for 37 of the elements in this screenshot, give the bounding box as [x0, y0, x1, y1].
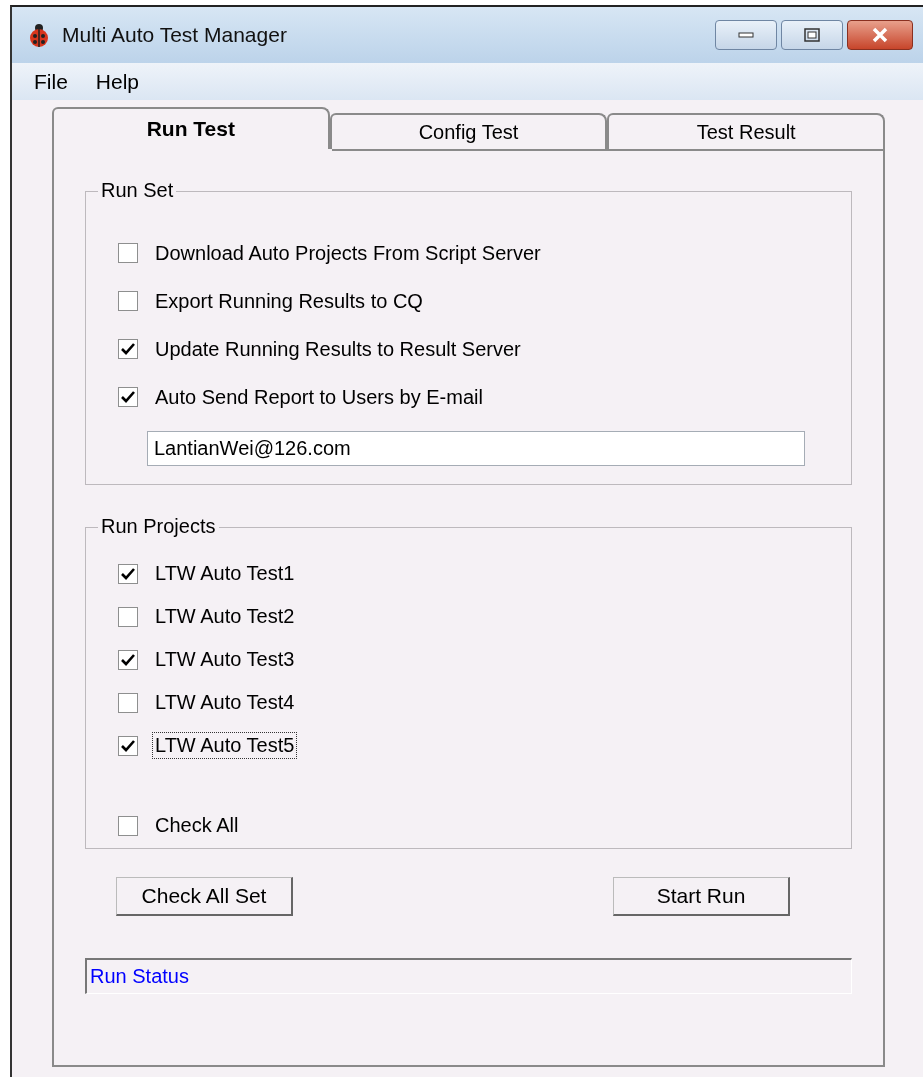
group-title: Run Projects: [98, 515, 219, 538]
checkbox-label[interactable]: LTW Auto Test1: [152, 560, 298, 587]
checkbox-label[interactable]: Export Running Results to CQ: [152, 287, 426, 315]
checkbox-label[interactable]: LTW Auto Test4: [152, 689, 298, 716]
checkbox[interactable]: [118, 692, 138, 713]
tab[interactable]: Config Test: [329, 113, 608, 149]
minimize-button[interactable]: [715, 20, 777, 50]
close-button[interactable]: [847, 20, 913, 50]
tab[interactable]: Run Test: [52, 107, 330, 149]
maximize-icon: [804, 28, 820, 42]
start-run-button[interactable]: Start Run: [613, 877, 790, 916]
email-field[interactable]: LantianWei@126.com: [147, 431, 805, 466]
window-title: Multi Auto Test Manager: [62, 23, 287, 47]
checkbox[interactable]: [118, 339, 138, 359]
status-field: Run Status: [85, 958, 852, 994]
menu-item[interactable]: Help: [95, 69, 140, 94]
checkbox-label[interactable]: Update Running Results to Result Server: [152, 335, 524, 363]
close-icon: [871, 27, 889, 43]
checkbox-label[interactable]: LTW Auto Test5: [152, 732, 298, 759]
checkbox[interactable]: [118, 387, 138, 407]
maximize-button[interactable]: [781, 20, 843, 50]
checkbox[interactable]: [118, 563, 138, 584]
checkbox[interactable]: [118, 291, 138, 311]
menu-item[interactable]: File: [34, 69, 68, 94]
checkbox[interactable]: [118, 735, 138, 756]
checkbox-label[interactable]: LTW Auto Test3: [152, 646, 298, 673]
checkbox-label[interactable]: Download Auto Projects From Script Server: [152, 239, 544, 267]
checkbox[interactable]: [118, 815, 138, 836]
checkbox[interactable]: [118, 649, 138, 670]
checkbox[interactable]: [118, 606, 138, 627]
checkbox-label[interactable]: Auto Send Report to Users by E-mail: [152, 383, 486, 411]
check-all-set-button[interactable]: Check All Set: [116, 877, 293, 916]
tab[interactable]: Test Result: [607, 113, 885, 149]
checkbox-label[interactable]: LTW Auto Test2: [152, 603, 298, 630]
minimize-icon: [738, 32, 754, 38]
checkbox[interactable]: [118, 243, 138, 263]
checkbox-label[interactable]: Check All: [152, 812, 242, 839]
